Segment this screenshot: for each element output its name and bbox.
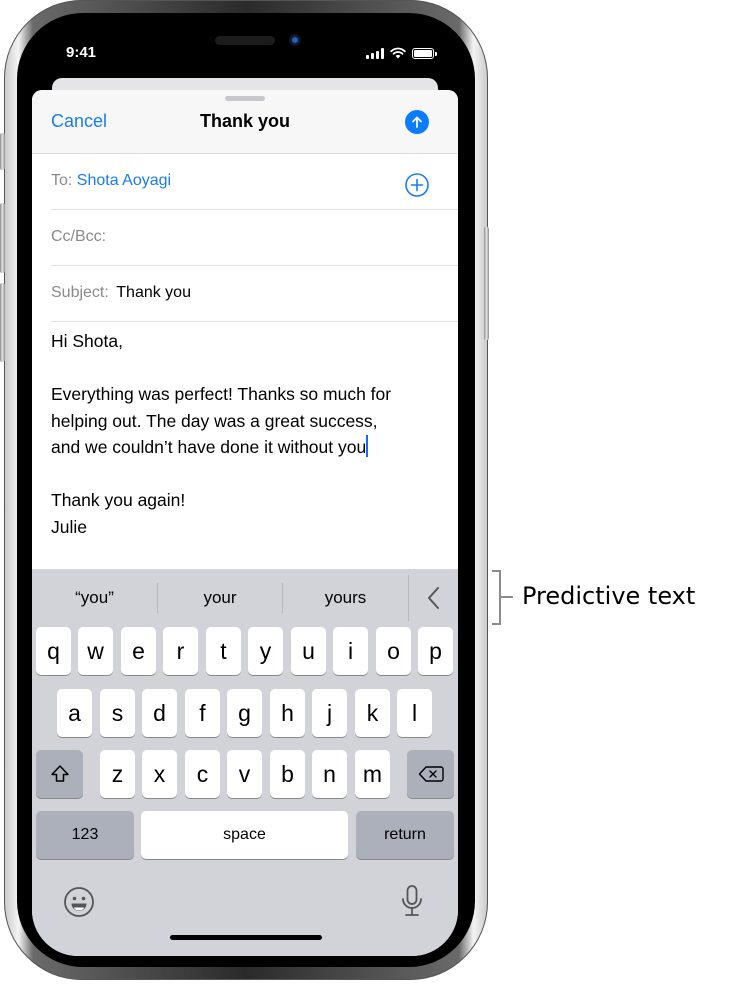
space-key[interactable]: space: [141, 811, 348, 859]
body-line: and we couldn’t have done it without you: [51, 437, 367, 457]
key-f[interactable]: f: [185, 689, 220, 737]
chevron-left-icon: [428, 587, 439, 609]
body-line-with-caret: and we couldn’t have done it without you: [51, 434, 446, 461]
key-r[interactable]: r: [163, 627, 198, 675]
key-y[interactable]: y: [248, 627, 283, 675]
message-body[interactable]: Hi Shota, Everything was perfect! Thanks…: [51, 328, 446, 540]
front-camera: [289, 34, 301, 46]
body-line: Everything was perfect! Thanks so much f…: [51, 384, 392, 404]
body-line: Hi Shota,: [51, 331, 123, 351]
callout-label: Predictive text: [522, 582, 696, 610]
compose-nav-bar: Thank you Cancel: [32, 90, 458, 154]
key-c[interactable]: c: [185, 750, 220, 798]
to-label: To:: [51, 172, 73, 189]
key-v[interactable]: v: [227, 750, 262, 798]
emoji-button[interactable]: [63, 886, 95, 923]
prediction-suggestion[interactable]: “you”: [32, 569, 157, 627]
sheet-grabber[interactable]: [225, 96, 265, 101]
key-i[interactable]: i: [333, 627, 368, 675]
cancel-button[interactable]: Cancel: [51, 111, 107, 132]
shift-key[interactable]: [36, 750, 83, 798]
text-cursor: [366, 435, 369, 457]
key-k[interactable]: k: [355, 689, 390, 737]
status-time: 9:41: [66, 44, 97, 61]
body-line: Julie: [51, 516, 87, 537]
cc-bcc-label: Cc/Bcc:: [51, 228, 107, 245]
key-g[interactable]: g: [227, 689, 262, 737]
key-e[interactable]: e: [121, 627, 156, 675]
predictive-text-bar: “you” your yours: [32, 569, 458, 627]
key-z[interactable]: z: [100, 750, 135, 798]
cc-bcc-field[interactable]: Cc/Bcc:: [51, 210, 458, 266]
to-field[interactable]: To: Shota Aoyagi: [51, 154, 458, 210]
key-b[interactable]: b: [270, 750, 305, 798]
send-button[interactable]: [405, 110, 429, 134]
recipient-token[interactable]: Shota Aoyagi: [77, 172, 171, 189]
microphone-icon: [402, 885, 422, 916]
wifi-icon: [390, 47, 406, 59]
ring-silent-switch: [0, 133, 5, 170]
collapse-predictions-button[interactable]: [408, 569, 458, 627]
status-icons: [366, 47, 437, 59]
key-m[interactable]: m: [355, 750, 390, 798]
body-line-blank: [51, 461, 446, 488]
key-w[interactable]: w: [78, 627, 113, 675]
key-j[interactable]: j: [312, 689, 347, 737]
cellular-signal-icon: [366, 47, 384, 59]
emoji-icon: [64, 887, 94, 917]
volume-down-button: [0, 283, 5, 362]
body-line-blank: [51, 355, 446, 382]
phone-screen: 9:41 Thank you Cancel To: Shota Aoyagi C…: [32, 20, 458, 956]
home-indicator[interactable]: [170, 935, 322, 940]
return-key[interactable]: return: [356, 811, 454, 859]
key-t[interactable]: t: [206, 627, 241, 675]
key-u[interactable]: u: [291, 627, 326, 675]
battery-icon: [412, 47, 437, 59]
key-q[interactable]: q: [36, 627, 71, 675]
subject-value[interactable]: Thank you: [116, 284, 191, 301]
subject-label: Subject:: [51, 284, 109, 301]
key-n[interactable]: n: [312, 750, 347, 798]
arrow-up-icon: [412, 116, 422, 128]
callout-leader-line: [501, 596, 513, 598]
key-h[interactable]: h: [270, 689, 305, 737]
shift-icon: [50, 765, 69, 782]
add-recipient-button[interactable]: [405, 173, 429, 197]
plus-circle-icon: [405, 173, 429, 197]
compose-sheet: Thank you Cancel To: Shota Aoyagi Cc/Bcc…: [32, 90, 458, 956]
key-d[interactable]: d: [142, 689, 177, 737]
key-s[interactable]: s: [100, 689, 135, 737]
side-button: [484, 227, 489, 340]
key-o[interactable]: o: [376, 627, 411, 675]
prediction-suggestion[interactable]: your: [158, 569, 282, 627]
prediction-suggestion[interactable]: yours: [283, 569, 408, 627]
keyboard: “you” your yours q w e r t y u i o p a s…: [32, 569, 458, 956]
body-line: Thank you again!: [51, 490, 186, 510]
key-x[interactable]: x: [142, 750, 177, 798]
delete-backward-icon: [418, 766, 444, 782]
numbers-key[interactable]: 123: [36, 811, 134, 859]
key-l[interactable]: l: [397, 689, 432, 737]
body-line: helping out. The day was a great success…: [51, 410, 378, 431]
subject-field[interactable]: Subject: Thank you: [51, 266, 458, 322]
key-p[interactable]: p: [418, 627, 453, 675]
earpiece-speaker: [215, 36, 275, 45]
dictation-button[interactable]: [400, 884, 424, 923]
volume-up-button: [0, 203, 5, 273]
delete-key[interactable]: [407, 750, 454, 798]
callout-bracket: [492, 570, 501, 625]
key-a[interactable]: a: [57, 689, 92, 737]
